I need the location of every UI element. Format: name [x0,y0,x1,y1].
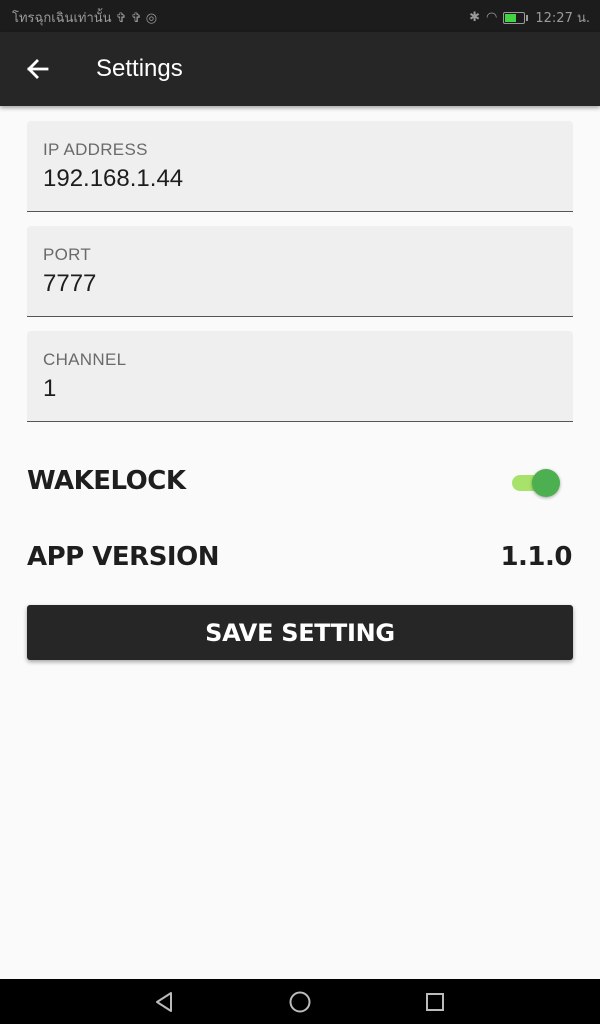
recents-square-icon[interactable] [422,989,448,1015]
toggle-thumb [532,469,560,497]
channel-label: CHANNEL [43,350,127,369]
channel-field[interactable]: CHANNEL 1 [27,331,573,422]
channel-input[interactable]: 1 [43,375,56,403]
save-setting-button[interactable]: SAVE SETTING [27,605,573,660]
port-field[interactable]: PORT 7777 [27,226,573,317]
home-circle-icon[interactable] [287,989,313,1015]
back-triangle-icon[interactable] [151,989,177,1015]
app-version-value: 1.1.0 [500,542,572,572]
arrow-left-icon[interactable] [22,54,52,84]
page-title: Settings [96,55,183,82]
battery-icon [503,11,529,24]
status-time: 12:27 น. [535,11,590,26]
port-label: PORT [43,245,92,264]
wakelock-toggle[interactable] [512,467,560,497]
bluetooth-icon: ✱ [469,10,481,25]
navigation-bar [0,979,600,1024]
app-bar: Settings [0,32,600,106]
ip-address-label: IP ADDRESS [43,140,148,159]
status-icons: ✱ ◠ 12:27 น. [469,7,590,28]
app-version-label: APP VERSION [27,542,219,572]
ip-address-input[interactable]: 192.168.1.44 [43,165,183,193]
battery-fill [505,13,517,22]
ip-address-field[interactable]: IP ADDRESS 192.168.1.44 [27,121,573,212]
wakelock-label: WAKELOCK [27,466,186,496]
wifi-icon: ◠ [486,10,498,25]
carrier-text: โทรฉุกเฉินเท่านั้น ✞ ✞ ◎ [12,11,158,26]
port-input[interactable]: 7777 [43,270,96,298]
status-bar: โทรฉุกเฉินเท่านั้น ✞ ✞ ◎ ✱ ◠ 12:27 น. [0,0,600,32]
